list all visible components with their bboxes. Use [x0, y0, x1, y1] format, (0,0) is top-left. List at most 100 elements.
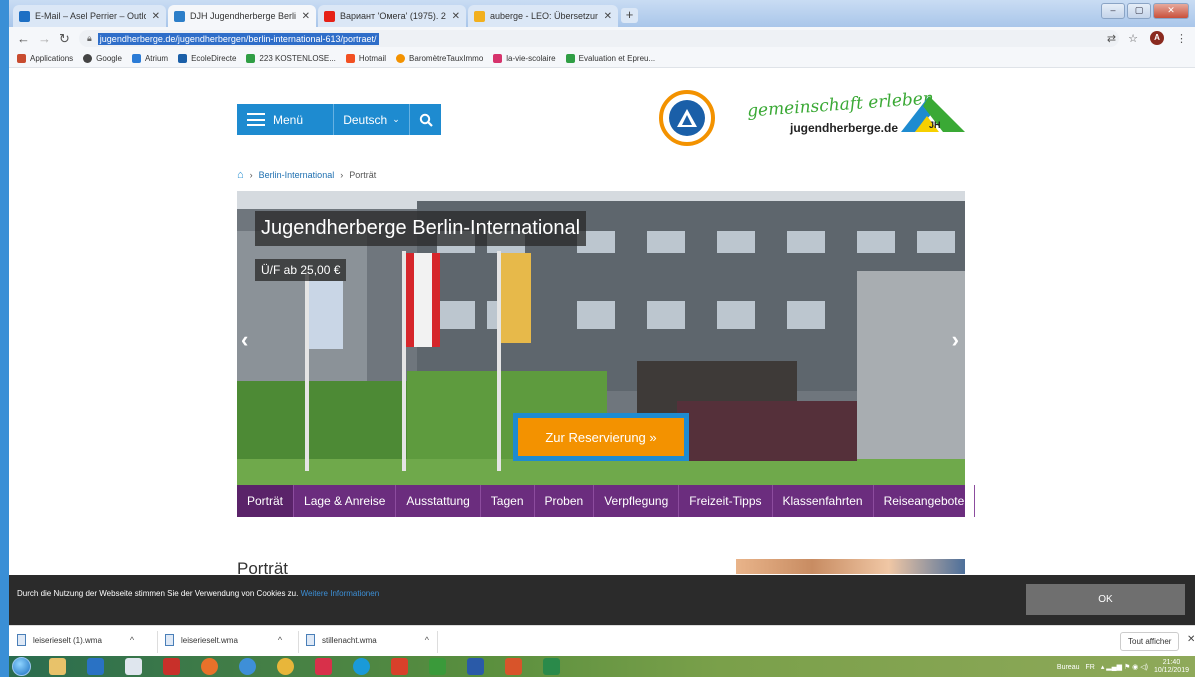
- reservation-button[interactable]: Zur Reservierung »: [513, 413, 689, 461]
- microsoft-icon: [345, 54, 355, 63]
- tray-icons[interactable]: ▴ ▂▄▆ ⚑ ◉ ◁): [1101, 663, 1148, 671]
- tab-portrat[interactable]: Porträt: [237, 485, 295, 517]
- hamburger-icon: [247, 113, 265, 126]
- bookmark-atrium[interactable]: Atrium: [131, 54, 168, 63]
- menu-button[interactable]: Menü: [237, 104, 334, 135]
- powerpoint-icon[interactable]: [505, 658, 522, 675]
- browser-window: E-Mail – Asel Perrier – Outlook ✕ DJH Ju…: [9, 0, 1195, 677]
- bookmark-kostenlose[interactable]: 223 KOSTENLOSE...: [246, 54, 336, 63]
- tab-preise[interactable]: Preise: [975, 485, 1029, 517]
- address-bar[interactable]: 🔒︎ jugendherberge.de/jugendherbergen/ber…: [79, 30, 1119, 47]
- home-icon[interactable]: ⌂: [237, 169, 244, 181]
- domain-text: jugendherberge.de: [790, 121, 899, 135]
- tab-djh[interactable]: DJH Jugendherberge Berlin-Inte ✕: [168, 5, 316, 27]
- cookie-ok-button[interactable]: OK: [1026, 584, 1185, 615]
- file-icon: [165, 634, 174, 646]
- bookmark-evaluation[interactable]: Evaluation et Epreu...: [565, 54, 655, 63]
- hero-title: Jugendherberge Berlin-International: [255, 211, 587, 246]
- word-icon[interactable]: [467, 658, 484, 675]
- close-icon[interactable]: ✕: [452, 11, 460, 22]
- tab-outlook[interactable]: E-Mail – Asel Perrier – Outlook ✕: [13, 5, 166, 27]
- window-controls: – ▢ ✕: [1101, 3, 1189, 19]
- tab-reiseangebote[interactable]: Reiseangebote: [874, 485, 976, 517]
- tab-klassenfahrten[interactable]: Klassenfahrten: [773, 485, 874, 517]
- translate-icon[interactable]: ⇄: [1107, 32, 1116, 45]
- notepad-icon[interactable]: [125, 658, 142, 675]
- bookmark-vie-scolaire[interactable]: la-vie-scolaire: [493, 54, 556, 63]
- chevron-left-icon[interactable]: ‹: [241, 327, 248, 353]
- download-item[interactable]: leiserieselt (1).wma ^: [17, 634, 134, 646]
- profile-avatar[interactable]: A: [1150, 31, 1164, 45]
- chrome-icon[interactable]: [277, 658, 294, 675]
- star-icon[interactable]: ☆: [1128, 32, 1138, 45]
- folder-icon[interactable]: [49, 658, 66, 675]
- section-heading: Porträt: [237, 559, 289, 574]
- clock[interactable]: 21:40 10/12/2019: [1154, 659, 1189, 675]
- start-button[interactable]: [12, 657, 31, 676]
- tab-lage-anreise[interactable]: Lage & Anreise: [294, 485, 397, 517]
- search-button[interactable]: [410, 104, 441, 135]
- new-tab-button[interactable]: +: [621, 8, 638, 23]
- forward-arrow-icon[interactable]: →: [38, 31, 51, 46]
- more-menu-icon[interactable]: ⋮: [1176, 32, 1187, 45]
- language-select[interactable]: Deutsch ⌄: [334, 104, 410, 135]
- hostelling-international-logo[interactable]: [659, 90, 715, 146]
- youtube-icon: [324, 10, 335, 22]
- tab-tagen[interactable]: Tagen: [481, 485, 535, 517]
- tab-ausstattung[interactable]: Ausstattung: [396, 485, 481, 517]
- bookmark-applications[interactable]: Applications: [17, 54, 73, 63]
- tab-freizeit-tipps[interactable]: Freizeit-Tipps: [679, 485, 773, 517]
- minimize-button[interactable]: –: [1101, 3, 1125, 19]
- maximize-button[interactable]: ▢: [1127, 3, 1151, 19]
- bookmark-ecoledirecte[interactable]: EcoleDirecte: [178, 54, 236, 63]
- chevron-right-icon: ›: [340, 170, 344, 180]
- tab-verpflegung[interactable]: Verpflegung: [594, 485, 680, 517]
- bookmark-barometre[interactable]: BaromètreTauxImmo: [396, 54, 483, 63]
- chevron-down-icon: ⌄: [392, 114, 400, 124]
- chevron-right-icon[interactable]: ›: [952, 327, 959, 353]
- breadcrumb-berlin[interactable]: Berlin-International: [259, 170, 335, 180]
- djh-logo[interactable]: JH: [897, 94, 967, 134]
- evaluation-icon: [565, 54, 575, 63]
- download-item[interactable]: stillenacht.wma ^: [306, 634, 429, 646]
- show-all-downloads-button[interactable]: Tout afficher: [1120, 632, 1180, 651]
- bookmark-google[interactable]: Google: [83, 54, 122, 63]
- excel-icon[interactable]: [543, 658, 560, 675]
- media-player-icon[interactable]: [87, 658, 104, 675]
- app-icon[interactable]: [391, 658, 408, 675]
- language-indicator[interactable]: FR: [1085, 664, 1094, 671]
- app-icon[interactable]: [315, 658, 332, 675]
- app-icon[interactable]: [429, 658, 446, 675]
- media-center-icon[interactable]: [163, 658, 180, 675]
- house-tree-icon: [677, 109, 697, 127]
- google-icon: [83, 54, 93, 63]
- close-icon[interactable]: ✕: [1187, 634, 1195, 645]
- url-text[interactable]: jugendherberge.de/jugendherbergen/berlin…: [97, 32, 379, 45]
- close-icon[interactable]: ✕: [152, 11, 160, 22]
- chevron-up-icon[interactable]: ^: [278, 635, 282, 645]
- chevron-up-icon[interactable]: ^: [130, 635, 134, 645]
- tab-proben[interactable]: Proben: [535, 485, 595, 517]
- window-close-button[interactable]: ✕: [1153, 3, 1189, 19]
- close-icon[interactable]: ✕: [302, 11, 310, 22]
- chevron-up-icon[interactable]: ^: [425, 635, 429, 645]
- system-tray: Bureau FR ▴ ▂▄▆ ⚑ ◉ ◁) 21:40 10/12/2019: [1057, 659, 1189, 675]
- tab-strip: E-Mail – Asel Perrier – Outlook ✕ DJH Ju…: [9, 0, 1195, 27]
- svg-text:JH: JH: [929, 120, 941, 130]
- cookie-more-link[interactable]: Weitere Informationen: [301, 589, 380, 598]
- tab-youtube[interactable]: Вариант 'Омега' (1975). 2 с ✕: [318, 5, 466, 27]
- bookmark-hotmail[interactable]: Hotmail: [345, 54, 386, 63]
- download-item[interactable]: leiserieselt.wma ^: [165, 634, 282, 646]
- internet-explorer-icon[interactable]: [239, 658, 256, 675]
- reload-icon[interactable]: ↻: [59, 31, 70, 47]
- close-icon[interactable]: ✕: [604, 11, 612, 22]
- firefox-icon[interactable]: [201, 658, 218, 675]
- tab-leo[interactable]: auberge - LEO: Übersetzung im ✕: [468, 5, 618, 27]
- section-tab-nav: Porträt Lage & Anreise Ausstattung Tagen…: [237, 485, 1019, 517]
- skype-icon[interactable]: [353, 658, 370, 675]
- hero-price: Ü/F ab 25,00 €: [255, 259, 347, 281]
- breadcrumb: ⌂ › Berlin-International › Porträt: [237, 169, 376, 181]
- back-arrow-icon[interactable]: ←: [17, 31, 30, 46]
- tab-title: Вариант 'Омега' (1975). 2 с: [340, 11, 446, 21]
- desktop-label[interactable]: Bureau: [1057, 664, 1080, 671]
